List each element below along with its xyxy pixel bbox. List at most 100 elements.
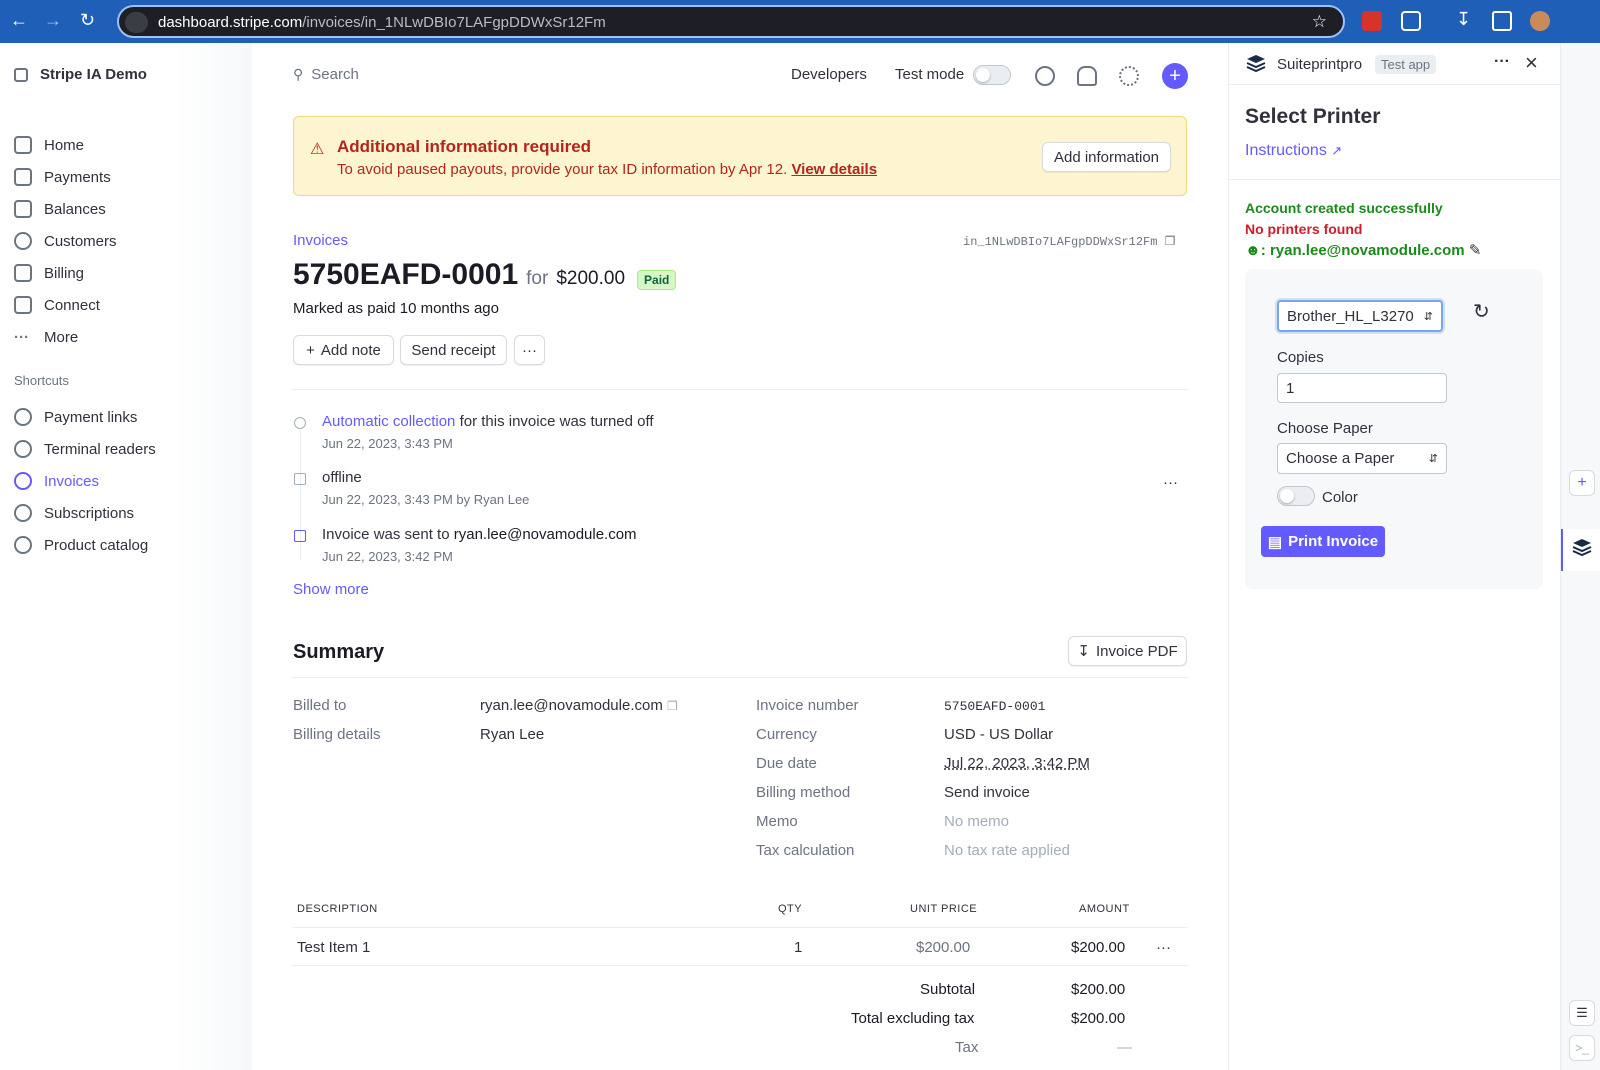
sidebar-item-label: Customers: [44, 232, 117, 250]
timeline-timestamp: Jun 22, 2023, 3:43 PM by Ryan Lee: [322, 492, 530, 507]
add-app-icon[interactable]: +: [1569, 470, 1595, 496]
apps-rail: + ☰ >_: [1560, 43, 1600, 1070]
subtotal-label: Subtotal: [920, 981, 976, 998]
site-info-icon[interactable]: [125, 12, 148, 33]
sidebar-item-customers[interactable]: Customers: [14, 229, 117, 253]
subtotal-value: $200.00: [1071, 981, 1126, 998]
connect-icon: [14, 296, 32, 314]
copies-value: 1: [1286, 379, 1295, 397]
bookmark-star-icon[interactable]: ☆: [1312, 12, 1327, 32]
sidebar-item-label: Payments: [44, 168, 111, 186]
color-toggle[interactable]: [1277, 486, 1315, 506]
refresh-icon[interactable]: ↻: [1473, 299, 1490, 324]
list-icon[interactable]: ☰: [1569, 1000, 1595, 1026]
app-drawer-header: Suiteprintpro Test app ··· ×: [1229, 43, 1560, 85]
profile-avatar[interactable]: [1530, 11, 1550, 31]
shortcut-terminal-readers[interactable]: Terminal readers: [14, 437, 156, 461]
account-created-message: Account created successfully: [1245, 200, 1443, 216]
url-host: dashboard.stripe.com: [158, 14, 303, 31]
sidebar-item-billing[interactable]: Billing: [14, 261, 84, 285]
invoice-number-value: 5750EAFD-0001: [944, 699, 1046, 714]
search-input[interactable]: ⚲ Search: [293, 66, 359, 83]
printer-select[interactable]: Brother_HL_L3270 ⇵: [1277, 300, 1443, 332]
billed-to-label: Billed to: [293, 697, 347, 714]
terminal-icon[interactable]: >_: [1569, 1035, 1595, 1061]
search-icon: ⚲: [293, 66, 304, 82]
for-label: for: [526, 268, 549, 289]
breadcrumb-invoices[interactable]: Invoices: [293, 232, 348, 249]
close-icon[interactable]: ×: [1525, 50, 1538, 76]
sidebar-item-payments[interactable]: Payments: [14, 165, 111, 189]
invoice-number-title: 5750EAFD-0001: [293, 258, 519, 291]
external-link-icon: ↗: [1331, 143, 1343, 158]
settings-gear-icon[interactable]: [1119, 66, 1139, 86]
test-mode-label: Test mode: [895, 66, 965, 83]
shortcut-label: Invoices: [44, 472, 100, 490]
notifications-bell-icon[interactable]: [1077, 66, 1097, 86]
account-name: Stripe IA Demo: [40, 66, 147, 83]
printer-select-value: Brother_HL_L3270: [1287, 307, 1414, 325]
developers-link[interactable]: Developers: [791, 66, 867, 83]
column-header-amount: AMOUNT: [1079, 903, 1130, 915]
instructions-label: Instructions: [1245, 142, 1327, 159]
sidebar-item-more[interactable]: ··· More: [14, 325, 78, 349]
add-information-button[interactable]: Add information: [1042, 142, 1171, 172]
memo-label: Memo: [756, 813, 798, 830]
extensions-puzzle-icon[interactable]: [1401, 11, 1421, 31]
paper-select[interactable]: Choose a Paper ⇵: [1277, 443, 1447, 474]
shortcut-label: Subscriptions: [44, 504, 135, 522]
item-qty: 1: [794, 939, 803, 956]
extension-icon[interactable]: [1362, 11, 1382, 31]
color-label: Color: [1322, 489, 1358, 506]
add-note-label: Add note: [320, 341, 381, 359]
side-panel-icon[interactable]: [1492, 11, 1512, 31]
timeline-text: offline: [322, 469, 362, 486]
invoice-pdf-button[interactable]: ↧ Invoice PDF: [1068, 636, 1187, 666]
currency-value: USD - US Dollar: [944, 726, 1054, 743]
address-bar[interactable]: dashboard.stripe.com/invoices/in_1NLwDBI…: [117, 5, 1345, 38]
clock-icon: [14, 472, 32, 490]
create-plus-button[interactable]: +: [1162, 63, 1188, 89]
add-note-button[interactable]: + Add note: [293, 335, 394, 365]
copies-input[interactable]: 1: [1277, 373, 1447, 403]
reload-icon[interactable]: ↻: [80, 10, 95, 31]
account-switcher[interactable]: Stripe IA Demo: [14, 66, 147, 83]
note-more-icon[interactable]: ···: [1163, 474, 1178, 491]
copy-icon[interactable]: ❐: [1165, 235, 1176, 249]
timeline-text: for this invoice was turned off: [455, 413, 654, 430]
row-more-icon[interactable]: ···: [1156, 939, 1171, 956]
test-mode-toggle[interactable]: [973, 65, 1011, 85]
currency-label: Currency: [756, 726, 817, 743]
sidebar-item-balances[interactable]: Balances: [14, 197, 106, 221]
payments-icon: [14, 168, 32, 186]
edit-icon[interactable]: ✎: [1469, 242, 1482, 259]
sidebar-item-home[interactable]: Home: [14, 133, 84, 157]
automatic-collection-link[interactable]: Automatic collection: [322, 413, 455, 430]
back-icon[interactable]: ←: [10, 10, 28, 31]
billed-to-email[interactable]: ryan.lee@novamodule.com ❐: [480, 697, 678, 714]
info-required-banner: ⚠ Additional information required To avo…: [293, 116, 1187, 196]
instructions-link[interactable]: Instructions ↗: [1245, 142, 1342, 160]
app-more-icon[interactable]: ···: [1494, 53, 1510, 71]
due-date-label: Due date: [756, 755, 817, 772]
help-icon[interactable]: [1035, 66, 1055, 86]
sidebar: Stripe IA Demo Home Payments Balances Cu…: [0, 43, 252, 1070]
suiteprintpro-app-tab[interactable]: [1561, 529, 1600, 571]
shortcut-subscriptions[interactable]: Subscriptions: [14, 501, 134, 525]
shortcut-product-catalog[interactable]: Product catalog: [14, 533, 148, 557]
shortcut-invoices[interactable]: Invoices: [14, 469, 99, 493]
send-receipt-button[interactable]: Send receipt: [400, 335, 507, 365]
view-details-link[interactable]: View details: [791, 161, 877, 178]
forward-icon[interactable]: →: [44, 10, 62, 31]
page-title: 5750EAFD-0001 for $200.00 Paid: [293, 258, 677, 292]
downloads-icon[interactable]: ↧: [1456, 9, 1471, 30]
shortcut-payment-links[interactable]: Payment links: [14, 405, 137, 429]
more-actions-button[interactable]: ···: [514, 335, 545, 365]
show-more-link[interactable]: Show more: [293, 581, 369, 598]
print-invoice-button[interactable]: ▤ Print Invoice: [1261, 526, 1385, 557]
sidebar-item-label: Connect: [44, 296, 100, 314]
sidebar-item-connect[interactable]: Connect: [14, 293, 100, 317]
copy-icon[interactable]: ❐: [667, 699, 678, 713]
divider: [293, 965, 1187, 966]
column-header-unit-price: UNIT PRICE: [910, 903, 978, 915]
